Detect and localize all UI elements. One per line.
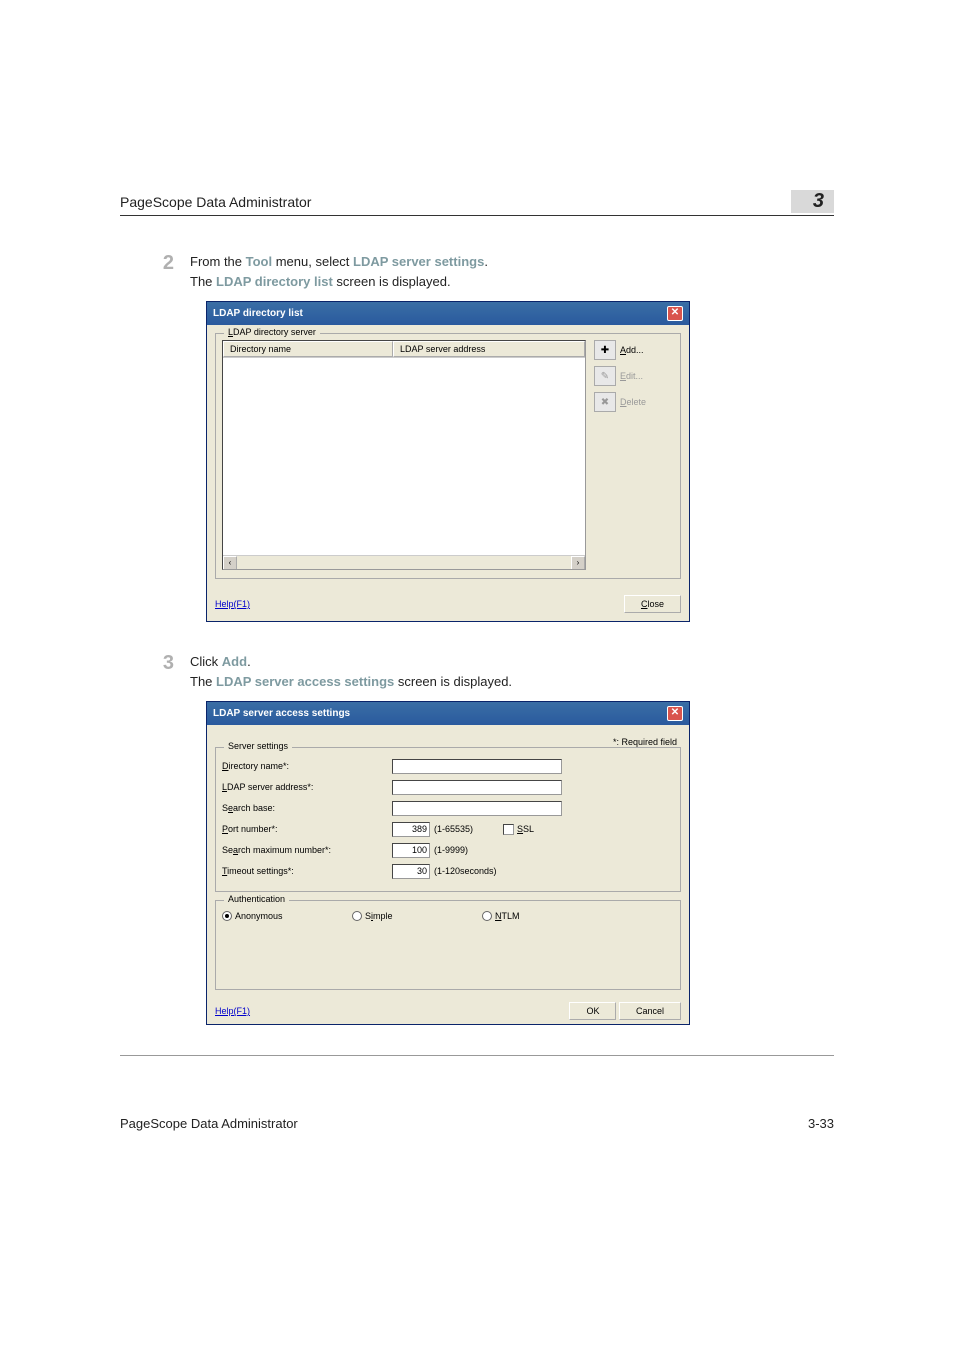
cancel-button[interactable]: Cancel (619, 1002, 681, 1020)
scroll-right-icon[interactable]: › (571, 556, 585, 570)
search-max-label: Search maximum number*: (222, 845, 392, 855)
column-server-address[interactable]: LDAP server address (393, 341, 585, 357)
footer-title: PageScope Data Administrator (120, 1116, 298, 1131)
search-max-range: (1-9999) (434, 845, 468, 855)
directory-name-input[interactable] (392, 759, 562, 774)
close-button[interactable]: Close (624, 595, 681, 613)
timeout-label: Timeout settings*: (222, 866, 392, 876)
help-link[interactable]: Help(F1) (215, 1006, 250, 1016)
ldap-directory-list-dialog: LDAP directory list ✕ LLDAP directory se… (206, 301, 690, 622)
dialog-title: LDAP directory list (213, 308, 303, 319)
radio-ntlm[interactable]: NTLM (482, 911, 612, 921)
delete-icon: ✖ (594, 392, 616, 412)
port-label: Port number*: (222, 824, 392, 834)
column-directory-name[interactable]: Directory name (223, 341, 393, 357)
radio-icon (352, 911, 362, 921)
edit-button: ✎ Edit... (594, 366, 674, 386)
search-max-input[interactable] (392, 843, 430, 858)
step-2-text: From the Tool menu, select LDAP server s… (190, 252, 834, 291)
groupbox-legend: LLDAP directory serverDAP directory serv… (224, 327, 320, 337)
ldap-access-settings-dialog: LDAP server access settings ✕ *: Require… (206, 701, 690, 1025)
page-number: 3-33 (808, 1116, 834, 1131)
ok-button[interactable]: OK (569, 1002, 616, 1020)
port-range: (1-65535) (434, 824, 473, 834)
timeout-range: (1-120seconds) (434, 866, 497, 876)
add-button[interactable]: ✚ Add... (594, 340, 674, 360)
step-number-3: 3 (120, 652, 190, 691)
dialog-title: LDAP server access settings (213, 708, 350, 719)
step-number-2: 2 (120, 252, 190, 291)
header-title: PageScope Data Administrator (120, 194, 311, 210)
search-base-input[interactable] (392, 801, 562, 816)
directory-list-table[interactable]: Directory name LDAP server address ‹ › (222, 340, 586, 570)
close-icon[interactable]: ✕ (667, 306, 683, 321)
radio-icon (222, 911, 232, 921)
search-base-label: Search base: (222, 803, 392, 813)
radio-icon (482, 911, 492, 921)
close-icon[interactable]: ✕ (667, 706, 683, 721)
server-settings-legend: Server settings (224, 741, 292, 751)
ssl-checkbox[interactable]: SSL (503, 824, 534, 835)
chapter-number: 3 (791, 190, 834, 213)
add-icon: ✚ (594, 340, 616, 360)
radio-simple[interactable]: Simple (352, 911, 482, 921)
delete-button: ✖ Delete (594, 392, 674, 412)
checkbox-icon (503, 824, 514, 835)
step-3-text: Click Add. The LDAP server access settin… (190, 652, 834, 691)
help-link[interactable]: Help(F1) (215, 599, 250, 609)
radio-anonymous[interactable]: Anonymous (222, 911, 352, 921)
directory-name-label: Directory name*: (222, 761, 392, 771)
scroll-left-icon[interactable]: ‹ (223, 556, 237, 570)
edit-icon: ✎ (594, 366, 616, 386)
timeout-input[interactable] (392, 864, 430, 879)
port-input[interactable] (392, 822, 430, 837)
ldap-address-label: LDAP server address*: (222, 782, 392, 792)
ldap-address-input[interactable] (392, 780, 562, 795)
authentication-legend: Authentication (224, 894, 289, 904)
